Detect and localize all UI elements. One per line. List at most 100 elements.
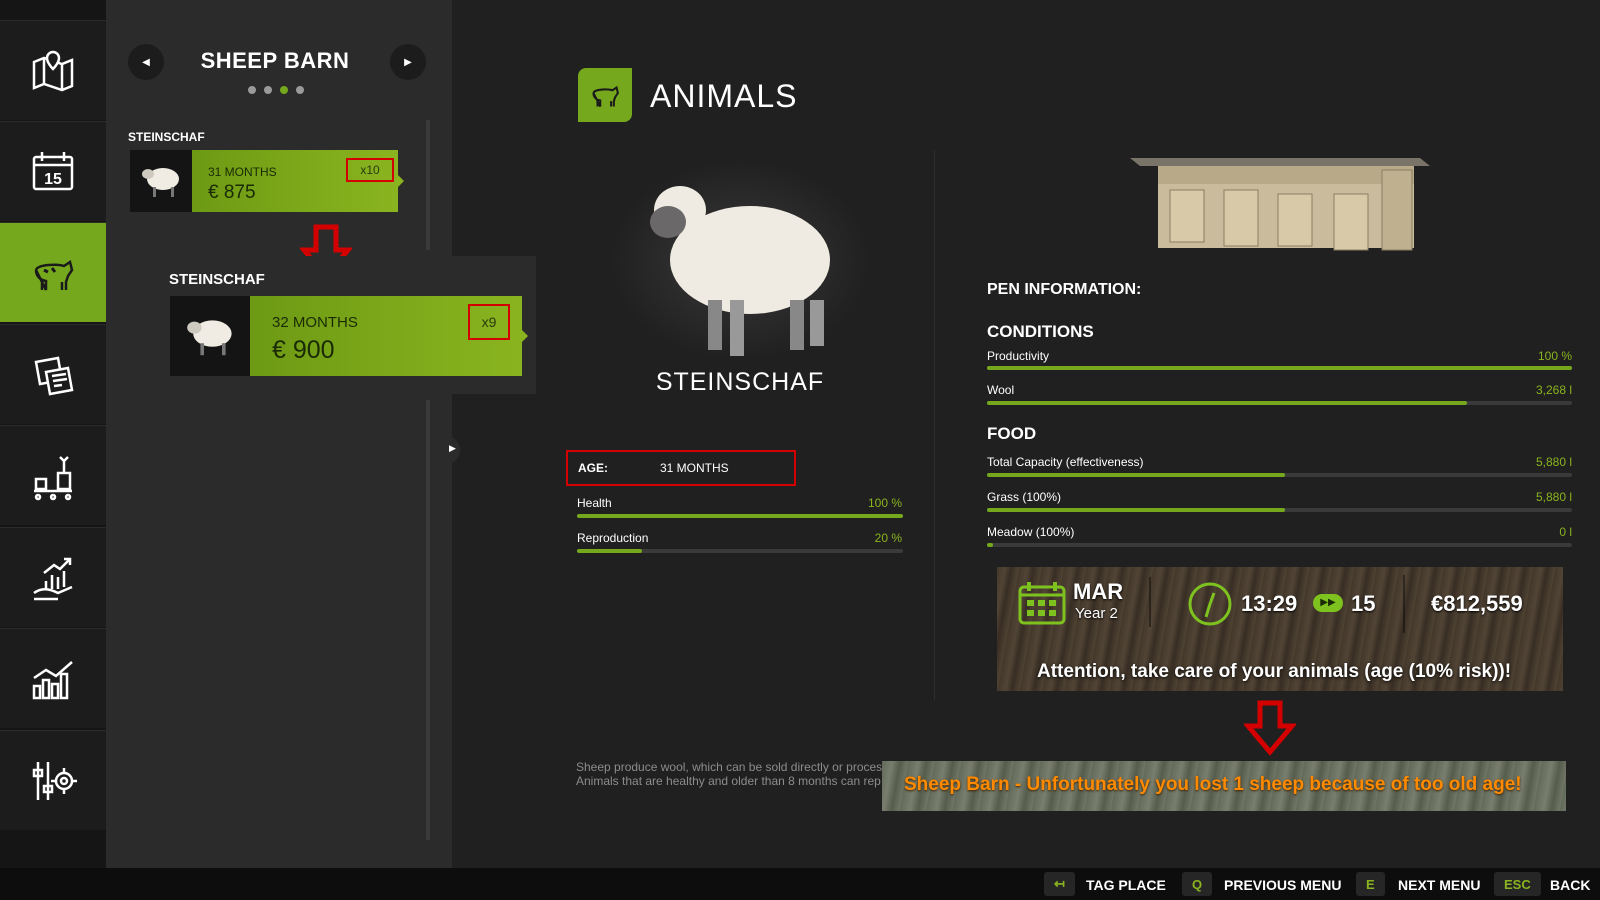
notification-text: Sheep Barn - Unfortunately you lost 1 sh… [904,774,1522,795]
nav-finances[interactable] [0,527,106,627]
hud-speed: 15 [1351,591,1376,616]
grass-label: Grass (100%) [987,490,1062,504]
productivity-bar [987,366,1572,370]
hud-year: Year 2 [1075,605,1118,622]
pen-info-title: PEN INFORMATION: [987,281,1142,298]
map-icon [32,50,74,91]
health-bar [577,514,903,518]
productivity-label: Productivity [987,349,1050,363]
cow-icon [592,85,620,108]
barn-title: SHEEP BARN [200,48,350,73]
group2-breed-label: STEINSCHAF [169,271,265,288]
description-line: Animals that are healthy and older than … [576,774,881,788]
reproduction-value: 20 % [874,531,902,545]
card-pointer [522,330,528,342]
meadow-value: 0 l [1559,525,1572,539]
hud-separator [1149,577,1151,627]
meadow-label: Meadow (100%) [987,525,1075,539]
calendar-icon: 15 [32,151,74,190]
page-title: ANIMALS [650,78,798,114]
meadow-bar [987,543,1572,547]
fast-forward-icon: ▶▶ [1313,594,1343,612]
hud-separator [1403,575,1405,633]
tag-place-label[interactable]: TAG PLACE [1086,877,1166,893]
contracts-icon [34,356,74,395]
group1-breed-label: STEINSCHAF [128,130,205,144]
nav-animals[interactable] [0,222,113,322]
age-row: AGE: 31 MONTHS [566,450,796,486]
nav-statistics[interactable] [0,628,106,728]
productivity-value: 100 % [1537,349,1572,363]
page-dot-4[interactable] [296,86,304,94]
sheep-thumbnail [170,296,250,376]
animal-group-card-2[interactable]: 32 MONTHS € 900 x9 [170,296,528,376]
capacity-value: 5,880 l [1535,455,1572,469]
animal-name: STEINSCHAF [655,368,825,396]
wool-value: 3,268 l [1535,383,1572,397]
group2-price: € 900 [272,336,335,364]
page-dot-3[interactable] [280,86,288,94]
card-pointer [398,175,404,187]
animal-group-card-1[interactable]: 31 MONTHS € 875 x10 [130,150,404,212]
back-key[interactable]: ESC [1494,872,1541,896]
nav-contracts[interactable] [0,324,106,424]
description-line: Sheep produce wool, which can be sold di… [576,760,882,774]
animals-header-icon [578,68,632,122]
notification-banner: Sheep Barn - Unfortunately you lost 1 sh… [882,761,1566,811]
list-scrollbar[interactable] [426,120,430,250]
production-icon [34,455,72,500]
finance-icon [33,557,73,600]
hud-screenshot: MAR Year 2 13:29 ▶▶ 15 €812,559 Attentio… [997,567,1563,691]
group1-count: x10 [346,158,394,182]
settings-icon [32,761,77,800]
hud-money: €812,559 [1431,591,1523,616]
group2-count: x9 [468,304,510,340]
grass-value: 5,880 l [1535,490,1572,504]
cow-icon [34,259,74,291]
caret-left-icon: ◀ [142,56,150,68]
card-body: 31 MONTHS € 875 x10 [192,150,404,212]
hud-warning: Attention, take care of your animals (ag… [1037,661,1512,682]
previous-menu-key[interactable]: Q [1182,872,1213,896]
age-value: 31 MONTHS [660,461,729,475]
clock-icon [1188,582,1232,626]
animal-description: Sheep produce wool, which can be sold di… [576,760,882,788]
capacity-label: Total Capacity (effectiveness) [987,455,1144,469]
group2-age: 32 MONTHS [272,314,358,331]
red-arrow-icon [1244,700,1296,756]
tag-place-key[interactable]: ↤ [1044,872,1075,896]
health-value: 100 % [867,496,902,510]
caret-right-icon: ▶ [449,443,456,453]
conditions-title: CONDITIONS [987,322,1094,341]
next-barn-button[interactable]: ▶ [390,44,426,80]
statistics-icon [32,660,73,699]
sheep-icon [187,320,232,356]
svg-text:15: 15 [44,171,62,188]
grass-bar [987,508,1572,512]
next-menu-label[interactable]: NEXT MENU [1398,877,1480,893]
nav-calendar[interactable]: 15 [0,121,106,221]
next-menu-key[interactable]: E [1356,872,1385,896]
age-label: AGE: [578,461,608,475]
hud-time: 13:29 [1241,591,1298,616]
previous-menu-label[interactable]: PREVIOUS MENU [1224,877,1341,893]
reproduction-label: Reproduction [577,531,649,545]
calendar-icon [1018,582,1066,625]
health-label: Health [577,496,612,510]
sheep-icon [142,168,179,197]
column-divider [934,150,935,700]
card-body: 32 MONTHS € 900 x9 [250,296,528,376]
hud-month: MAR [1073,579,1124,604]
nav-production[interactable] [0,425,106,525]
reproduction-bar [577,549,903,553]
page-dot-2[interactable] [264,86,272,94]
nav-map[interactable] [0,20,106,120]
page-dot-1[interactable] [248,86,256,94]
list-scrollbar-lower[interactable] [426,400,430,840]
group1-age: 31 MONTHS [208,165,277,179]
back-label[interactable]: BACK [1550,877,1590,893]
nav-settings[interactable] [0,730,106,830]
prev-barn-button[interactable]: ◀ [128,44,164,80]
pen-image [1130,158,1430,251]
capacity-bar [987,473,1572,477]
